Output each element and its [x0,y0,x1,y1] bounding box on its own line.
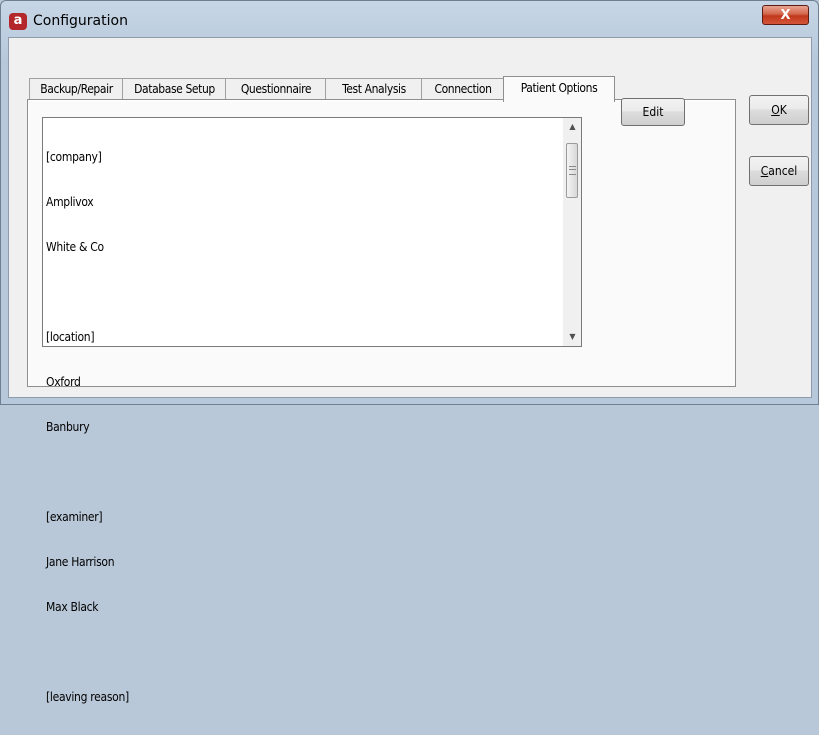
option-line: Jane Harrison [46,555,115,569]
dialog-body: Backup/Repair Database Setup Questionnai… [8,37,812,704]
tab-connection[interactable]: Connection [421,78,505,100]
tab-patient-options[interactable]: Patient Options [503,76,615,102]
option-line: White & Co [46,240,104,254]
edit-button[interactable]: Edit [621,98,685,126]
window-title: Configuration [33,13,128,29]
app-icon: a [9,13,27,30]
option-line: [company] [46,150,102,164]
patient-options-panel: [company] Amplivox White & Co [location]… [27,98,736,704]
tab-test-analysis[interactable]: Test Analysis [325,78,423,100]
title-bar[interactable]: a Configuration X [1,1,818,37]
option-line: Banbury [46,420,90,434]
close-icon: X [780,8,791,23]
option-line [46,285,561,300]
configuration-window: a Configuration X Backup/Repair Database… [0,0,819,704]
scroll-down-icon[interactable]: ▼ [564,329,581,345]
option-line [46,645,561,660]
tab-database-setup[interactable]: Database Setup [122,78,227,100]
option-line [46,465,561,480]
tab-questionnaire[interactable]: Questionnaire [225,78,327,100]
scroll-thumb[interactable] [566,143,578,198]
vertical-scrollbar[interactable]: ▲ ▼ [563,118,581,346]
option-line: [leaving reason] [46,690,129,704]
option-line: Oxford [46,375,81,389]
option-line: Max Black [46,600,99,614]
patient-options-textbox[interactable]: [company] Amplivox White & Co [location]… [42,117,582,704]
close-button[interactable]: X [762,5,809,25]
option-line: [examiner] [46,510,103,524]
cancel-button[interactable]: Cancel [749,156,809,186]
scroll-up-icon[interactable]: ▲ [564,119,581,135]
option-line: [location] [46,330,95,344]
patient-options-lines: [company] Amplivox White & Co [location]… [46,120,561,735]
grip-icon [569,166,576,175]
ok-button[interactable]: OK [749,95,809,125]
tab-backup-repair[interactable]: Backup/Repair [29,78,124,100]
option-line: Amplivox [46,195,94,209]
